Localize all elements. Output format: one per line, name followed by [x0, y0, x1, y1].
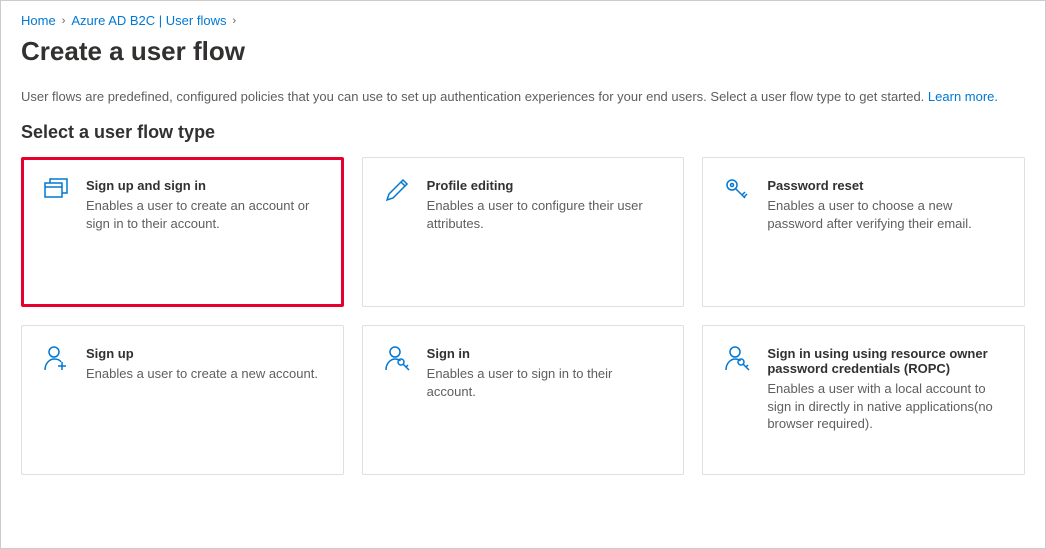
user-flow-type-grid: Sign up and sign in Enables a user to cr…: [21, 157, 1025, 475]
intro-text: User flows are predefined, configured po…: [21, 89, 1025, 104]
section-heading: Select a user flow type: [21, 122, 1025, 143]
card-description: Enables a user to create an account or s…: [86, 197, 323, 232]
breadcrumb: Home › Azure AD B2C | User flows ›: [21, 13, 1025, 28]
pencil-icon: [383, 176, 411, 204]
card-title: Password reset: [767, 178, 1004, 193]
key-icon: [723, 176, 751, 204]
card-title: Profile editing: [427, 178, 664, 193]
windows-icon: [42, 176, 70, 204]
card-password-reset[interactable]: Password reset Enables a user to choose …: [702, 157, 1025, 307]
card-title: Sign up: [86, 346, 323, 361]
page-title: Create a user flow: [21, 36, 1025, 67]
chevron-right-icon: ›: [232, 15, 236, 27]
card-title: Sign in using using resource owner passw…: [767, 346, 1004, 376]
card-sign-up-and-sign-in[interactable]: Sign up and sign in Enables a user to cr…: [21, 157, 344, 307]
card-description: Enables a user to configure their user a…: [427, 197, 664, 232]
card-description: Enables a user with a local account to s…: [767, 380, 1004, 433]
person-key-icon: [383, 344, 411, 372]
card-sign-in-ropc[interactable]: Sign in using using resource owner passw…: [702, 325, 1025, 475]
card-description: Enables a user to choose a new password …: [767, 197, 1004, 232]
learn-more-link[interactable]: Learn more.: [928, 89, 998, 104]
card-profile-editing[interactable]: Profile editing Enables a user to config…: [362, 157, 685, 307]
person-key-icon: [723, 344, 751, 372]
intro-text-body: User flows are predefined, configured po…: [21, 89, 924, 104]
card-description: Enables a user to create a new account.: [86, 365, 323, 383]
person-plus-icon: [42, 344, 70, 372]
card-title: Sign in: [427, 346, 664, 361]
card-sign-in[interactable]: Sign in Enables a user to sign in to the…: [362, 325, 685, 475]
breadcrumb-home-link[interactable]: Home: [21, 13, 56, 28]
breadcrumb-section-link[interactable]: Azure AD B2C | User flows: [71, 13, 226, 28]
card-title: Sign up and sign in: [86, 178, 323, 193]
card-description: Enables a user to sign in to their accou…: [427, 365, 664, 400]
card-sign-up[interactable]: Sign up Enables a user to create a new a…: [21, 325, 344, 475]
chevron-right-icon: ›: [62, 15, 66, 27]
